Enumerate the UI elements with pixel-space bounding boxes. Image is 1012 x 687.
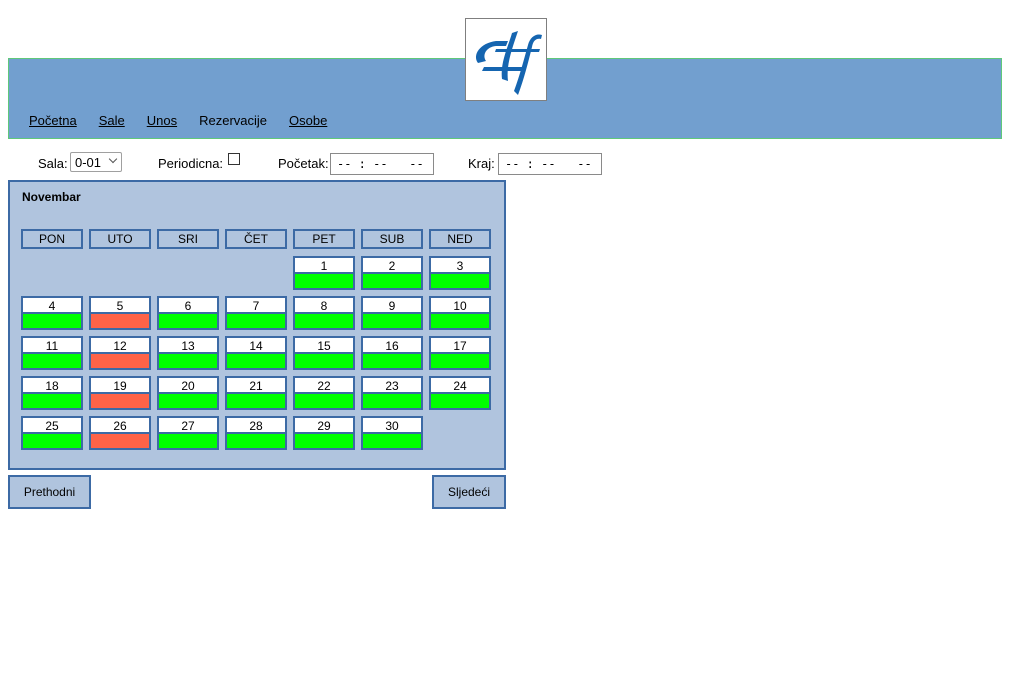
calendar-day[interactable]: 17: [429, 336, 491, 370]
availability-bar: [295, 312, 353, 328]
availability-bar: [23, 432, 81, 448]
availability-bar: [431, 352, 489, 368]
next-month-button[interactable]: Sljedeći: [432, 475, 506, 509]
etf-logo-icon: [476, 31, 542, 95]
calendar-day[interactable]: 18: [21, 376, 83, 410]
availability-bar: [159, 392, 217, 408]
calendar-day[interactable]: 6: [157, 296, 219, 330]
availability-bar: [91, 392, 149, 408]
availability-bar: [227, 432, 285, 448]
calendar-day[interactable]: 14: [225, 336, 287, 370]
calendar-day[interactable]: 29: [293, 416, 355, 450]
calendar-day[interactable]: 21: [225, 376, 287, 410]
availability-bar: [91, 432, 149, 448]
logo: [465, 18, 547, 101]
availability-bar: [227, 352, 285, 368]
availability-bar: [363, 352, 421, 368]
availability-bar: [295, 272, 353, 288]
calendar-day[interactable]: 3: [429, 256, 491, 290]
availability-bar: [431, 392, 489, 408]
calendar-day[interactable]: 28: [225, 416, 287, 450]
calendar-day[interactable]: 1: [293, 256, 355, 290]
weekday-header: NED: [429, 229, 491, 249]
calendar-day[interactable]: 11: [21, 336, 83, 370]
nav-item-rezervacije: Rezervacije: [199, 113, 268, 128]
weekday-header: PON: [21, 229, 83, 249]
kraj-label: Kraj:: [468, 156, 495, 171]
availability-bar: [227, 312, 285, 328]
calendar-day[interactable]: 9: [361, 296, 423, 330]
availability-bar: [363, 312, 421, 328]
pocetak-time-input[interactable]: -- : -- --: [330, 153, 434, 175]
nav-link-osobe[interactable]: Osobe: [289, 113, 327, 128]
calendar-day[interactable]: 19: [89, 376, 151, 410]
calendar-day[interactable]: 25: [21, 416, 83, 450]
availability-bar: [295, 352, 353, 368]
sala-select-value: 0-01: [75, 155, 102, 170]
calendar-day[interactable]: 8: [293, 296, 355, 330]
calendar-day[interactable]: 12: [89, 336, 151, 370]
weekday-header: UTO: [89, 229, 151, 249]
calendar-day[interactable]: 30: [361, 416, 423, 450]
nav-link-unos[interactable]: Unos: [147, 113, 177, 128]
calendar-day[interactable]: 7: [225, 296, 287, 330]
pocetak-label: Početak:: [278, 156, 329, 171]
availability-bar: [159, 312, 217, 328]
nav-link-pocetna[interactable]: Početna: [29, 113, 77, 128]
weekday-header: SRI: [157, 229, 219, 249]
availability-bar: [431, 272, 489, 288]
kraj-time-input[interactable]: -- : -- --: [498, 153, 602, 175]
periodicna-checkbox[interactable]: [228, 153, 240, 165]
calendar-day[interactable]: 16: [361, 336, 423, 370]
sala-label: Sala:: [38, 156, 68, 171]
reservation-filters: Sala: 0-01 Periodicna: Početak: -- : -- …: [38, 151, 638, 175]
calendar-day[interactable]: 20: [157, 376, 219, 410]
availability-bar: [159, 352, 217, 368]
weekday-header: ČET: [225, 229, 287, 249]
availability-bar: [159, 432, 217, 448]
availability-bar: [23, 352, 81, 368]
calendar-day[interactable]: 22: [293, 376, 355, 410]
weekday-header: PET: [293, 229, 355, 249]
main-nav: Početna Sale Unos Rezervacije Osobe: [29, 113, 349, 128]
calendar-panel: Novembar PON UTO SRI ČET PET SUB NED 1 2 3 4 5 6 7 8 9 1…: [8, 180, 506, 470]
availability-bar: [91, 312, 149, 328]
availability-bar: [91, 352, 149, 368]
calendar-day[interactable]: 15: [293, 336, 355, 370]
nav-link-sale[interactable]: Sale: [99, 113, 125, 128]
chevron-down-icon: [108, 154, 118, 164]
availability-bar: [23, 312, 81, 328]
calendar-day[interactable]: 2: [361, 256, 423, 290]
previous-month-button[interactable]: Prethodni: [8, 475, 91, 509]
availability-bar: [363, 392, 421, 408]
availability-bar: [363, 272, 421, 288]
availability-bar: [295, 392, 353, 408]
weekday-header: SUB: [361, 229, 423, 249]
calendar-month-title: Novembar: [22, 190, 81, 204]
availability-bar: [23, 392, 81, 408]
calendar-day[interactable]: 4: [21, 296, 83, 330]
calendar-day[interactable]: 10: [429, 296, 491, 330]
periodicna-label: Periodicna:: [158, 156, 224, 171]
sala-select[interactable]: 0-01: [70, 152, 122, 172]
availability-bar: [295, 432, 353, 448]
availability-bar: [363, 432, 421, 448]
availability-bar: [431, 312, 489, 328]
availability-bar: [227, 392, 285, 408]
calendar-day[interactable]: 13: [157, 336, 219, 370]
calendar-day[interactable]: 24: [429, 376, 491, 410]
calendar-day[interactable]: 5: [89, 296, 151, 330]
calendar-day[interactable]: 27: [157, 416, 219, 450]
calendar-day[interactable]: 26: [89, 416, 151, 450]
calendar-day[interactable]: 23: [361, 376, 423, 410]
